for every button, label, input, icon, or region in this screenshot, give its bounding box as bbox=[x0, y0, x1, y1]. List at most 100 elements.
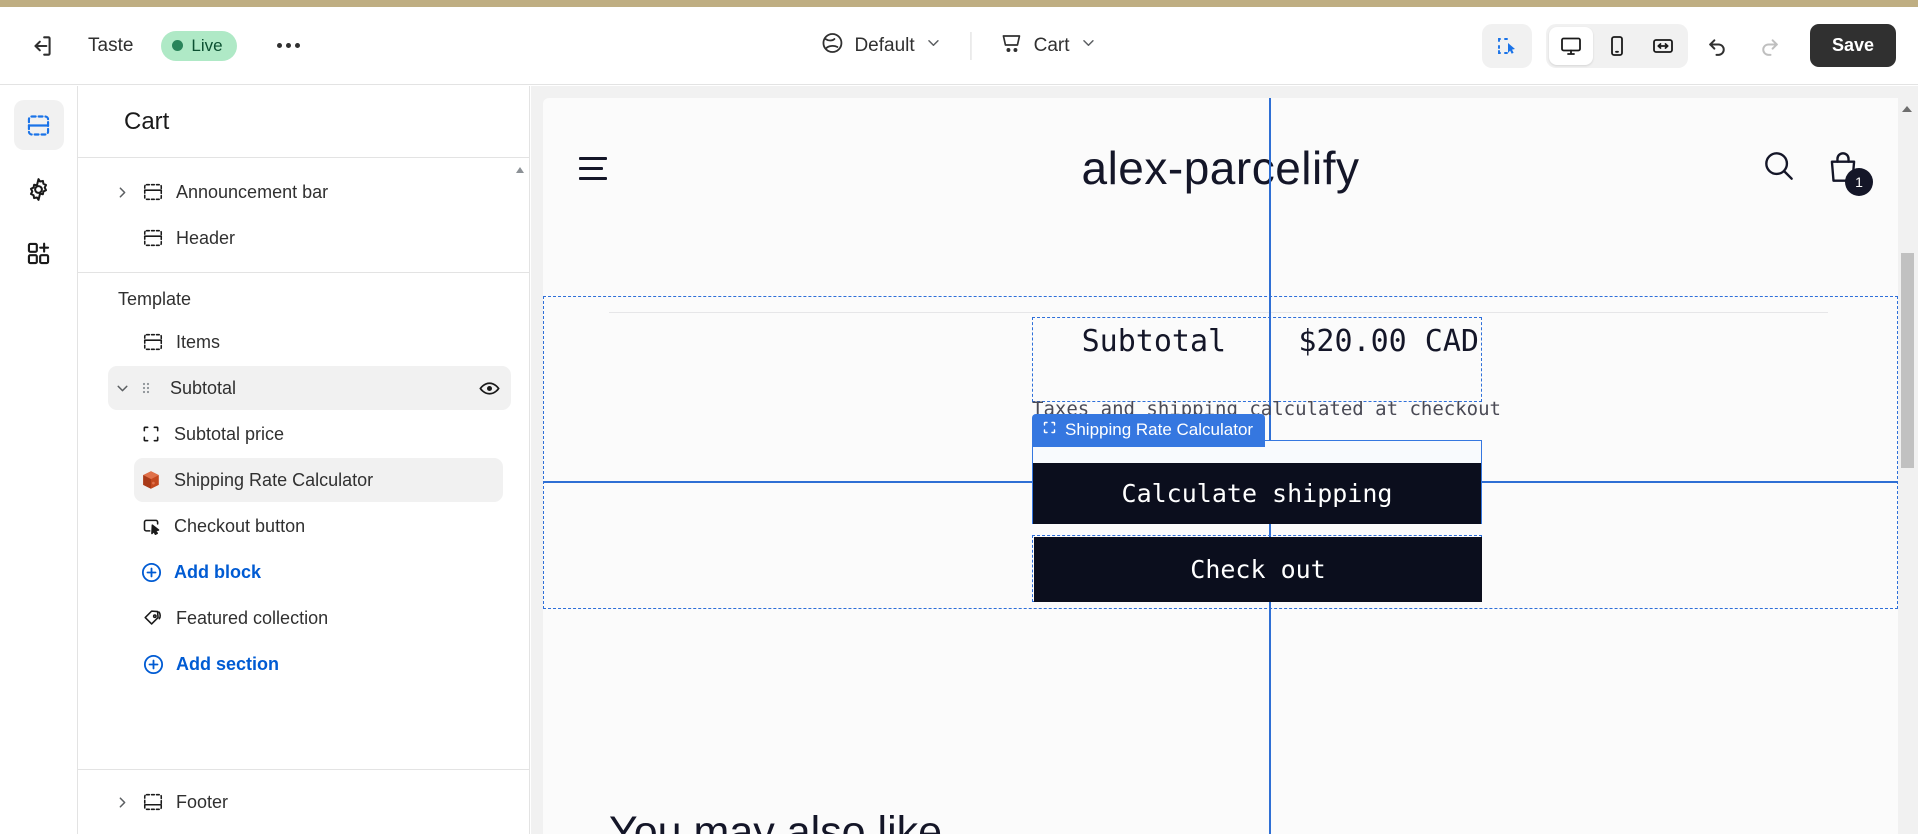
full-width-icon[interactable] bbox=[1641, 27, 1685, 65]
theme-selector[interactable]: Default bbox=[808, 24, 954, 68]
more-options-button[interactable] bbox=[269, 28, 309, 64]
checkout-button[interactable]: Check out bbox=[1034, 537, 1482, 602]
ellipsis-icon bbox=[277, 43, 283, 48]
sidebar-item-settings[interactable] bbox=[14, 164, 64, 214]
tree-row-shipping-rate-calculator[interactable]: Shipping Rate Calculator bbox=[134, 458, 503, 502]
tree-row-footer[interactable]: Footer bbox=[108, 780, 511, 824]
drag-handle-icon[interactable] bbox=[136, 380, 156, 396]
calculate-shipping-button[interactable]: Calculate shipping bbox=[1033, 463, 1481, 524]
subtotal-label: Subtotal bbox=[1081, 324, 1227, 359]
exit-icon[interactable] bbox=[20, 24, 64, 68]
circle-plus-icon bbox=[136, 653, 170, 676]
cart-count-badge: 1 bbox=[1845, 168, 1873, 196]
tree-row-label: Subtotal bbox=[170, 377, 237, 398]
chevron-down-icon[interactable] bbox=[108, 380, 136, 397]
block-brackets-icon bbox=[1042, 420, 1057, 440]
tree-row-label: Shipping Rate Calculator bbox=[174, 469, 374, 490]
live-dot-icon bbox=[172, 40, 184, 51]
subtotal-block[interactable]: Subtotal $20.00 CAD bbox=[1032, 317, 1482, 402]
sections-sidebar: Cart Announcement bar Header Template It… bbox=[78, 86, 530, 834]
scrollbar-thumb[interactable] bbox=[1901, 253, 1914, 468]
parcel-box-icon bbox=[134, 469, 168, 491]
tree-group-top: Announcement bar Header bbox=[78, 162, 529, 273]
page-selector[interactable]: Cart bbox=[988, 24, 1110, 68]
device-preview-group bbox=[1545, 23, 1688, 68]
preview-canvas-wrapper: alex-parcelify 1 Subtotal $20.00 CAD Tax… bbox=[531, 86, 1918, 834]
tree-row-label: Items bbox=[176, 331, 221, 352]
tree-row-header[interactable]: Header bbox=[108, 216, 511, 260]
tree-row-label: Featured collection bbox=[176, 607, 329, 628]
storefront-actions: 1 bbox=[1760, 147, 1873, 196]
redo-icon[interactable] bbox=[1748, 26, 1792, 66]
tree-row-announcement-bar[interactable]: Announcement bar bbox=[108, 170, 511, 214]
tree-group-template: Template Items Subtotal Subtotal price S… bbox=[78, 273, 529, 698]
section-tree: Announcement bar Header Template Items S… bbox=[78, 158, 529, 769]
tree-row-featured-collection[interactable]: Featured collection bbox=[108, 596, 511, 640]
eye-icon[interactable] bbox=[478, 377, 501, 400]
add-block-button[interactable]: Add block bbox=[134, 550, 503, 594]
shopping-bag-icon[interactable]: 1 bbox=[1824, 149, 1873, 196]
tree-row-checkout-button[interactable]: Checkout button bbox=[134, 504, 503, 548]
storefront-title: alex-parcelify bbox=[1081, 142, 1360, 194]
recommendations-heading: You may also like bbox=[609, 808, 943, 834]
desktop-icon[interactable] bbox=[1548, 26, 1593, 65]
block-brackets-icon bbox=[134, 424, 168, 444]
tree-row-label: Announcement bar bbox=[176, 181, 329, 202]
page-selector-label: Cart bbox=[1033, 34, 1070, 56]
topbar-right-group: Save bbox=[1481, 23, 1896, 68]
tree-row-items[interactable]: Items bbox=[108, 320, 511, 364]
tree-row-label: Footer bbox=[176, 791, 229, 812]
tree-row-subtotal-price[interactable]: Subtotal price bbox=[134, 412, 503, 456]
theme-selector-label: Default bbox=[854, 34, 915, 56]
save-button[interactable]: Save bbox=[1809, 24, 1896, 67]
add-section-button[interactable]: Add section bbox=[108, 642, 511, 686]
undo-icon[interactable] bbox=[1696, 26, 1740, 66]
selected-block-badge: Shipping Rate Calculator bbox=[1032, 414, 1266, 447]
editor-topbar: Taste Live Default Cart Save bbox=[0, 7, 1918, 85]
button-cursor-icon bbox=[134, 516, 168, 537]
scroll-up-arrow-icon[interactable] bbox=[1902, 106, 1912, 112]
section-dashed-icon bbox=[136, 331, 170, 353]
shipping-rate-calculator-block[interactable]: Calculate shipping bbox=[1032, 440, 1482, 524]
select-tool-group bbox=[1481, 23, 1532, 68]
section-dashed-icon bbox=[136, 181, 170, 203]
checkout-button-block[interactable]: Check out bbox=[1032, 535, 1482, 602]
chevron-right-icon[interactable] bbox=[108, 794, 136, 811]
select-region-icon[interactable] bbox=[1485, 27, 1529, 65]
status-badge: Live bbox=[161, 30, 237, 61]
tag-icon bbox=[136, 607, 170, 629]
sidebar-item-sections[interactable] bbox=[13, 100, 64, 150]
selected-block-label: Shipping Rate Calculator bbox=[1065, 420, 1254, 439]
browser-chrome-strip bbox=[0, 0, 1918, 7]
sidebar-footer-group: Footer bbox=[78, 769, 529, 834]
store-name: Taste bbox=[88, 34, 134, 56]
topbar-center-group: Default Cart bbox=[808, 24, 1109, 68]
add-section-label: Add section bbox=[176, 653, 280, 674]
sidebar-scrollbar[interactable] bbox=[515, 158, 525, 769]
left-icon-rail bbox=[0, 86, 78, 834]
chevron-down-icon bbox=[1080, 34, 1098, 58]
ellipsis-icon bbox=[295, 43, 301, 48]
page-title: Cart bbox=[78, 86, 529, 158]
tree-row-subtotal[interactable]: Subtotal bbox=[108, 366, 511, 410]
circle-plus-icon bbox=[134, 561, 168, 584]
tree-row-label: Header bbox=[176, 227, 236, 248]
tree-row-label: Checkout button bbox=[174, 515, 306, 536]
hamburger-icon[interactable] bbox=[579, 156, 613, 180]
chevron-right-icon[interactable] bbox=[108, 184, 136, 201]
preview-scrollbar[interactable] bbox=[1898, 98, 1918, 834]
add-block-label: Add block bbox=[174, 561, 262, 582]
search-icon[interactable] bbox=[1760, 147, 1798, 190]
chevron-down-icon bbox=[925, 34, 943, 58]
globe-icon bbox=[820, 31, 844, 61]
sidebar-item-apps[interactable] bbox=[14, 228, 64, 278]
mobile-icon[interactable] bbox=[1595, 27, 1639, 65]
ellipsis-icon bbox=[286, 43, 292, 48]
status-badge-label: Live bbox=[191, 35, 223, 55]
scroll-up-arrow-icon[interactable] bbox=[515, 162, 525, 173]
subtotal-value: $20.00 CAD bbox=[1298, 324, 1479, 359]
subtotal-line: Subtotal $20.00 CAD bbox=[1033, 318, 1479, 359]
storefront-preview[interactable]: alex-parcelify 1 Subtotal $20.00 CAD Tax… bbox=[543, 98, 1918, 834]
topbar-divider bbox=[970, 31, 972, 60]
tree-group-heading: Template bbox=[118, 289, 192, 309]
